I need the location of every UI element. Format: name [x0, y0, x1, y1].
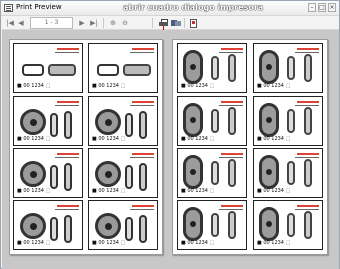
product-card: ■ 00 1234 ⬚: [253, 200, 323, 250]
block-side-image: [304, 211, 312, 239]
product-card: ■ 00 1234 ⬚: [177, 96, 247, 146]
next-page-icon[interactable]: ▶: [78, 18, 86, 28]
printer-select-icon[interactable]: [171, 19, 181, 27]
product-code: ■ 00 1234 ⬚: [17, 83, 51, 89]
product-card: ■ 00 1234 ⬚: [253, 96, 323, 146]
product-code: ■ 00 1234 ⬚: [92, 188, 126, 194]
print-preview-app-icon: [4, 4, 13, 12]
block-side-image: [304, 54, 312, 82]
block-side-image: [287, 109, 295, 133]
block-image: [22, 62, 76, 76]
product-card: ■ 00 1234 ⬚: [253, 43, 323, 93]
block-side-image: [64, 163, 72, 191]
first-page-icon[interactable]: |◀: [6, 18, 14, 28]
block-side-image: [125, 217, 133, 241]
product-code: ■ 00 1234 ⬚: [17, 240, 51, 246]
minimize-button[interactable]: –: [308, 3, 316, 12]
toolbar-separator: [152, 18, 153, 28]
toolbar-separator: [184, 18, 185, 28]
page-setup-icon[interactable]: [189, 19, 197, 28]
block-image: [95, 109, 121, 135]
product-card: ■ 00 1234 ⬚: [88, 43, 158, 93]
product-code: ■ 00 1234 ⬚: [257, 136, 291, 142]
block-side-image: [287, 56, 295, 80]
block-side-image: [211, 109, 219, 133]
product-card: ■ 00 1234 ⬚: [13, 148, 83, 198]
block-side-image: [50, 165, 58, 189]
block-side-image: [228, 211, 236, 239]
previous-page-icon[interactable]: ◀: [17, 18, 25, 28]
block-image: [95, 161, 121, 187]
block-side-image: [228, 159, 236, 187]
block-side-image: [125, 113, 133, 137]
product-card: ■ 00 1234 ⬚: [253, 148, 323, 198]
block-side-image: [211, 213, 219, 237]
maximize-button[interactable]: □: [318, 3, 326, 12]
block-image: [183, 155, 203, 189]
close-button[interactable]: ×: [328, 3, 336, 12]
last-page-icon[interactable]: ▶|: [90, 18, 98, 28]
block-side-image: [228, 107, 236, 135]
product-card: ■ 00 1234 ⬚: [13, 43, 83, 93]
product-code: ■ 00 1234 ⬚: [92, 240, 126, 246]
print-preview-window: Print Preview – □ × |◀ ◀ 1 - 3 ▶ ▶| ⊕ ⊖ …: [0, 0, 340, 269]
window-title: Print Preview: [16, 3, 62, 11]
block-side-image: [50, 217, 58, 241]
product-code: ■ 00 1234 ⬚: [181, 83, 215, 89]
block-side-image: [125, 165, 133, 189]
product-card: ■ 00 1234 ⬚: [88, 200, 158, 250]
block-side-image: [139, 215, 147, 243]
product-code: ■ 00 1234 ⬚: [92, 136, 126, 142]
block-side-image: [287, 161, 295, 185]
product-code: ■ 00 1234 ⬚: [17, 188, 51, 194]
annotation-label: abrir cuadro dialogo impresora: [123, 3, 264, 12]
product-card: ■ 00 1234 ⬚: [177, 148, 247, 198]
product-code: ■ 00 1234 ⬚: [181, 136, 215, 142]
block-side-image: [64, 111, 72, 139]
product-card: ■ 00 1234 ⬚: [177, 200, 247, 250]
preview-page-1: ■ 00 1234 ⬚ ■ 00 1234 ⬚ ■ 00 1234 ⬚ ■ 00…: [9, 39, 163, 255]
preview-toolbar: |◀ ◀ 1 - 3 ▶ ▶| ⊕ ⊖ abrir cuadro dialogo…: [2, 3, 339, 37]
block-side-image: [287, 213, 295, 237]
block-image: [20, 161, 46, 187]
block-image: [183, 50, 203, 84]
block-image: [183, 207, 203, 241]
product-card: ■ 00 1234 ⬚: [177, 43, 247, 93]
product-card: ■ 00 1234 ⬚: [13, 96, 83, 146]
product-card: ■ 00 1234 ⬚: [13, 200, 83, 250]
product-code: ■ 00 1234 ⬚: [181, 188, 215, 194]
block-image: [20, 213, 46, 239]
product-card: ■ 00 1234 ⬚: [88, 96, 158, 146]
product-code: ■ 00 1234 ⬚: [181, 240, 215, 246]
product-code: ■ 00 1234 ⬚: [257, 240, 291, 246]
block-side-image: [64, 215, 72, 243]
toolbar-separator: [103, 18, 104, 28]
block-side-image: [50, 113, 58, 137]
block-side-image: [139, 163, 147, 191]
block-image: [97, 62, 151, 76]
preview-page-2: ■ 00 1234 ⬚ ■ 00 1234 ⬚ ■ 00 1234 ⬚ ■ 00…: [172, 39, 328, 255]
block-image: [259, 207, 279, 241]
product-code: ■ 00 1234 ⬚: [17, 136, 51, 142]
block-side-image: [228, 54, 236, 82]
preview-area[interactable]: ■ 00 1234 ⬚ ■ 00 1234 ⬚ ■ 00 1234 ⬚ ■ 00…: [2, 30, 339, 269]
block-image: [183, 103, 203, 137]
zoom-in-icon[interactable]: ⊕: [109, 18, 117, 28]
block-side-image: [211, 161, 219, 185]
block-side-image: [139, 111, 147, 139]
block-image: [259, 155, 279, 189]
page-range-field[interactable]: 1 - 3: [30, 17, 73, 29]
block-side-image: [304, 107, 312, 135]
product-code: ■ 00 1234 ⬚: [257, 188, 291, 194]
block-image: [259, 50, 279, 84]
product-card: ■ 00 1234 ⬚: [88, 148, 158, 198]
block-image: [95, 213, 121, 239]
product-code: ■ 00 1234 ⬚: [257, 83, 291, 89]
zoom-out-icon[interactable]: ⊖: [121, 18, 129, 28]
block-image: [259, 103, 279, 137]
block-image: [20, 109, 46, 135]
block-side-image: [211, 56, 219, 80]
block-side-image: [304, 159, 312, 187]
product-code: ■ 00 1234 ⬚: [92, 83, 126, 89]
